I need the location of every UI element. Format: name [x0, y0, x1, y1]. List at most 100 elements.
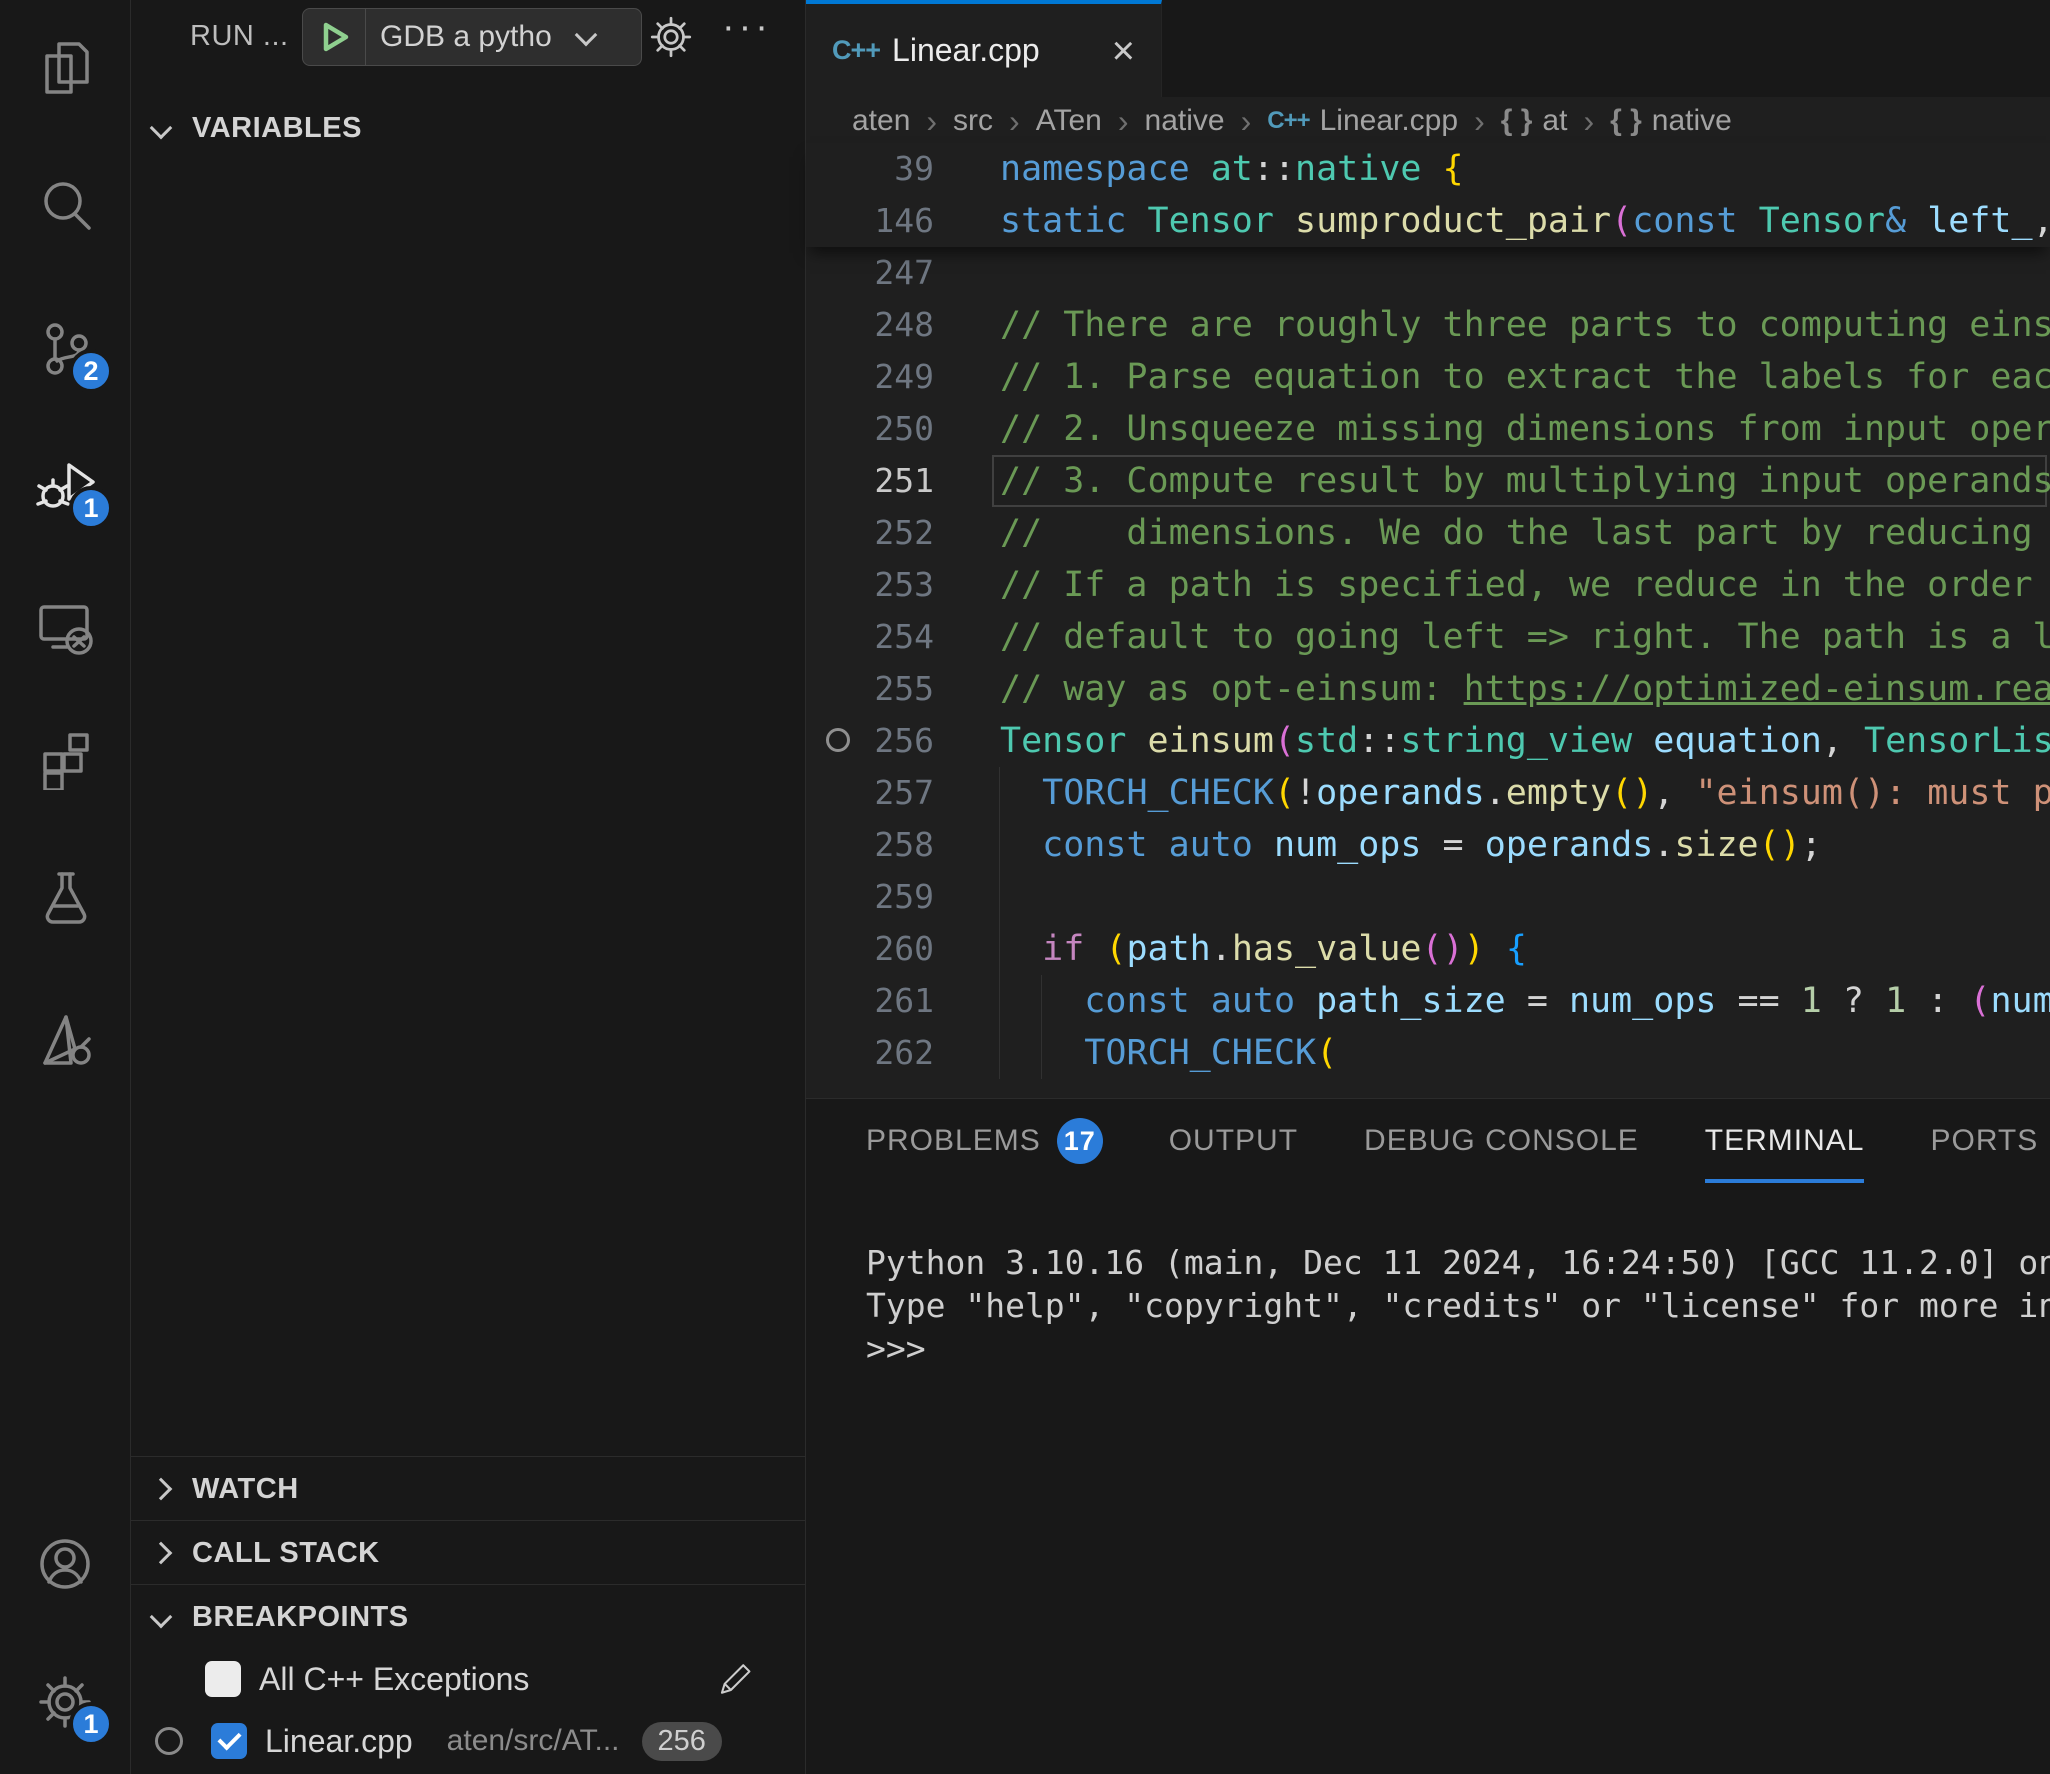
- breadcrumb-item-at[interactable]: { }at: [1501, 104, 1568, 138]
- breadcrumb-item-native[interactable]: { }native: [1610, 104, 1732, 138]
- panel-tab-label: PROBLEMS: [866, 1124, 1041, 1158]
- line-number[interactable]: 260: [806, 923, 934, 975]
- breadcrumb-item-src[interactable]: src: [953, 104, 993, 138]
- line-number[interactable]: 256: [806, 715, 934, 767]
- chevron-right-icon: [150, 1542, 173, 1565]
- panel-tab-ports[interactable]: PORTS: [1930, 1099, 2038, 1183]
- code-line-254[interactable]: 254// default to going left => right. Th…: [806, 611, 2050, 663]
- activity-bar-item-explorer-icon[interactable]: [33, 36, 97, 100]
- breadcrumb-item-aten[interactable]: ATen: [1036, 104, 1102, 138]
- code-line-251[interactable]: 251 // 3. Compute result by multiplying i…: [806, 455, 2050, 507]
- code-text: TORCH_CHECK(: [1000, 1027, 2050, 1079]
- code-text: Tensor einsum(std::string_view equation,…: [1000, 715, 2050, 767]
- line-number[interactable]: 248: [806, 299, 934, 351]
- activity-bar-item-testing-icon[interactable]: [33, 866, 97, 930]
- breadcrumb-item-native[interactable]: native: [1145, 104, 1225, 138]
- breadcrumb-item-linear-cpp[interactable]: C++Linear.cpp: [1267, 104, 1458, 138]
- breakpoint-label: All C++ Exceptions: [259, 1661, 529, 1698]
- panel-tab-problems[interactable]: PROBLEMS17: [866, 1099, 1103, 1183]
- account-icon: [33, 1532, 97, 1596]
- line-number[interactable]: 39: [806, 143, 934, 195]
- cpp-file-icon: C++: [1267, 107, 1309, 135]
- more-actions-button[interactable]: ···: [722, 6, 772, 49]
- code-line-39[interactable]: 39namespace at::native {: [806, 143, 2050, 195]
- play-icon: [316, 19, 352, 55]
- terminal-output[interactable]: Python 3.10.16 (main, Dec 11 2024, 16:24…: [866, 1241, 2050, 1774]
- activity-bar-item-source-control-icon[interactable]: 2: [33, 317, 97, 381]
- panel-tab-label: OUTPUT: [1169, 1124, 1298, 1158]
- status-badge: 2: [69, 349, 113, 393]
- line-number[interactable]: 261: [806, 975, 934, 1027]
- braces-symbol-icon: { }: [1610, 104, 1642, 138]
- breakpoints-section-header[interactable]: BREAKPOINTS: [130, 1584, 805, 1649]
- activity-bar-item-run-debug-icon[interactable]: 1: [33, 454, 97, 518]
- line-number[interactable]: 257: [806, 767, 934, 819]
- code-line-259[interactable]: 259: [806, 871, 2050, 923]
- code-line-262[interactable]: 262 TORCH_CHECK(: [806, 1027, 2050, 1079]
- code-viewport[interactable]: 247248 // There are roughly three parts t…: [806, 247, 2050, 1098]
- line-number[interactable]: 251: [806, 455, 934, 507]
- line-number[interactable]: 254: [806, 611, 934, 663]
- code-text: TORCH_CHECK(!operands.empty(), "einsum()…: [1000, 767, 2050, 819]
- code-line-261[interactable]: 261 const auto path_size = num_ops == 1 …: [806, 975, 2050, 1027]
- activity-bar-item-remote-explorer-icon[interactable]: [33, 595, 97, 659]
- exceptions-checkbox[interactable]: [205, 1661, 241, 1697]
- breadcrumb-item-aten[interactable]: aten: [852, 104, 910, 138]
- line-number[interactable]: 262: [806, 1027, 934, 1079]
- line-number[interactable]: 250: [806, 403, 934, 455]
- code-line-248[interactable]: 248 // There are roughly three parts to c…: [806, 299, 2050, 351]
- code-line-256[interactable]: 256 Tensor einsum(std::string_view equati…: [806, 715, 2050, 767]
- code-line-260[interactable]: 260 if (path.has_value()) {: [806, 923, 2050, 975]
- code-line-258[interactable]: 258 const auto num_ops = operands.size()…: [806, 819, 2050, 871]
- panel-tab-output[interactable]: OUTPUT: [1169, 1099, 1298, 1183]
- gear-icon: [646, 12, 696, 62]
- watch-section-header[interactable]: WATCH: [130, 1456, 805, 1521]
- terminal-line: Type "help", "copyright", "credits" or "…: [866, 1284, 2050, 1327]
- line-number[interactable]: 252: [806, 507, 934, 559]
- chevron-down-icon: [150, 117, 173, 140]
- activity-bar-item-account-icon[interactable]: [33, 1532, 97, 1596]
- line-number[interactable]: 146: [806, 195, 934, 247]
- breakpoint-row-all-cpp-exceptions[interactable]: All C++ Exceptions: [130, 1650, 805, 1708]
- code-line-250[interactable]: 250// 2. Unsqueeze missing dimensions fr…: [806, 403, 2050, 455]
- call-stack-section-header[interactable]: CALL STACK: [130, 1520, 805, 1585]
- activity-bar-item-settings-gear-icon[interactable]: 1: [33, 1670, 97, 1734]
- code-line-252[interactable]: 252// dimensions. We do the last part by…: [806, 507, 2050, 559]
- breakpoint-checkbox[interactable]: [211, 1723, 247, 1759]
- panel-tab-label: DEBUG CONSOLE: [1364, 1124, 1639, 1158]
- code-text: // 3. Compute result by multiplying inpu…: [1000, 455, 2050, 507]
- code-line-249[interactable]: 249// 1. Parse equation to extract the l…: [806, 351, 2050, 403]
- tab-label: Linear.cpp: [892, 32, 1040, 69]
- line-number[interactable]: 249: [806, 351, 934, 403]
- breakpoint-file-label: Linear.cpp: [265, 1723, 413, 1760]
- activity-bar-item-cmake-tools-icon[interactable]: [33, 1007, 97, 1071]
- tab-linear-cpp[interactable]: C++ Linear.cpp ×: [806, 0, 1162, 97]
- start-debug-button[interactable]: [303, 9, 366, 65]
- line-number[interactable]: 259: [806, 871, 934, 923]
- line-number[interactable]: 253: [806, 559, 934, 611]
- line-number[interactable]: 258: [806, 819, 934, 871]
- code-text: // There are roughly three parts to comp…: [1000, 299, 2050, 351]
- breakpoint-circle-icon: [155, 1727, 183, 1755]
- code-line-253[interactable]: 253 // If a path is specified, we reduce …: [806, 559, 2050, 611]
- debug-settings-gear-button[interactable]: [646, 12, 696, 62]
- code-text: // If a path is specified, we reduce in …: [1000, 559, 2050, 611]
- line-number[interactable]: 255: [806, 663, 934, 715]
- line-number[interactable]: 247: [806, 247, 934, 299]
- code-line-247[interactable]: 247: [806, 247, 2050, 299]
- panel-tab-terminal[interactable]: TERMINAL: [1705, 1099, 1865, 1183]
- close-icon[interactable]: ×: [1112, 31, 1135, 71]
- variables-section-header[interactable]: VARIABLES: [130, 96, 805, 160]
- activity-bar-item-search-icon[interactable]: [33, 173, 97, 237]
- code-line-146[interactable]: 146static Tensor sumproduct_pair(const T…: [806, 195, 2050, 247]
- code-line-255[interactable]: 255// way as opt-einsum: https://optimiz…: [806, 663, 2050, 715]
- activity-bar-item-extensions-icon[interactable]: [33, 726, 97, 790]
- edit-pencil-icon[interactable]: [713, 1657, 757, 1701]
- panel-tab-debug-console[interactable]: DEBUG CONSOLE: [1364, 1099, 1639, 1183]
- breadcrumb: aten›src›ATen›native›C++Linear.cpp›{ }at…: [806, 97, 2050, 145]
- breakpoint-row-linear-cpp[interactable]: Linear.cpp aten/src/AT... 256: [130, 1712, 805, 1770]
- search-icon: [33, 173, 97, 237]
- debug-config-dropdown[interactable]: GDB a pytho: [302, 8, 642, 66]
- breadcrumb-separator: ›: [1474, 103, 1485, 140]
- code-line-257[interactable]: 257 TORCH_CHECK(!operands.empty(), "eins…: [806, 767, 2050, 819]
